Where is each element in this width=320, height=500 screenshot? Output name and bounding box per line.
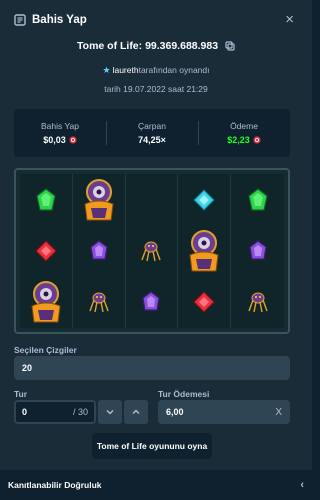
- purple-gem-icon: [142, 291, 161, 311]
- book-of-life-icon: [31, 281, 61, 323]
- rounds-total: / 30: [72, 407, 88, 417]
- rounds-increase-button[interactable]: [124, 400, 148, 424]
- bet-stats: Bahis Yap $0,03 Çarpan 74,25× Ödeme $2,2…: [14, 109, 290, 157]
- slot-reels: [20, 174, 284, 328]
- lines-label: Seçilen Çizgiler: [14, 345, 77, 355]
- slot-cell: [20, 225, 73, 277]
- player-username[interactable]: laureth: [113, 65, 139, 75]
- lines-field[interactable]: 20: [14, 356, 290, 380]
- book-of-life-icon: [189, 229, 219, 272]
- round-payout-field[interactable]: 6,00 X: [158, 400, 290, 424]
- slot-cell: [20, 276, 73, 328]
- slot-cell: [178, 276, 232, 328]
- stat-multiplier: Çarpan 74,25×: [106, 109, 198, 157]
- modal-header: Bahis Yap ×: [0, 0, 312, 40]
- bet-id-text: Tome of Life: 99.369.688.983: [77, 40, 219, 52]
- rounds-label: Tur: [14, 389, 28, 399]
- bet-id: Tome of Life: 99.369.688.983: [0, 40, 312, 54]
- red-gem-icon: [193, 291, 216, 314]
- stat-multiplier-value: 74,25×: [138, 135, 166, 145]
- slot-cell: [73, 225, 126, 277]
- clear-icon[interactable]: X: [275, 407, 282, 418]
- chevron-down-icon: [106, 409, 114, 415]
- modal-title: Bahis Yap: [32, 14, 87, 26]
- slot-cell: [231, 225, 284, 276]
- slot-cell: [73, 174, 126, 226]
- rounds-value: 0: [22, 407, 28, 417]
- played-by-suffix: tarafından oynandı: [138, 65, 210, 75]
- slot-cell: [126, 225, 179, 277]
- provably-fair-bar[interactable]: Kanıtlanabilir Doğruluk ‹: [0, 470, 312, 500]
- stat-payout-amount: $2,23: [227, 135, 250, 145]
- purple-gem-icon: [248, 240, 267, 260]
- slot-cell: [126, 276, 179, 328]
- stat-payout: Ödeme $2,23: [198, 109, 290, 157]
- slot-cell: [231, 277, 284, 328]
- stat-multiplier-label: Çarpan: [138, 121, 166, 131]
- slot-cell: [178, 225, 232, 277]
- round-payout-value: 6,00: [166, 407, 184, 417]
- rounds-decrease-button[interactable]: [98, 400, 122, 424]
- stat-payout-value: $2,23: [227, 135, 261, 145]
- slot-cell-empty: [126, 174, 179, 226]
- slot-game-board: [14, 168, 290, 334]
- stat-bet-value: $0,03: [43, 135, 77, 145]
- bet-date: tarih 19.07.2022 saat 21:29: [104, 84, 208, 94]
- bet-slip-icon: [14, 14, 26, 26]
- red-gem-icon: [35, 240, 57, 262]
- stat-bet: Bahis Yap $0,03: [14, 109, 106, 157]
- rounds-input[interactable]: 0 / 30: [14, 400, 96, 424]
- star-icon: ★: [102, 65, 111, 75]
- spider-icon: [89, 292, 109, 313]
- spider-icon: [141, 241, 162, 262]
- stat-bet-label: Bahis Yap: [41, 121, 79, 131]
- played-by: ★ laurethtarafından oynandı: [0, 65, 312, 76]
- round-payout-label: Tur Ödemesi: [158, 389, 210, 399]
- provably-fair-label: Kanıtlanabilir Doğruluk: [8, 480, 102, 490]
- stat-payout-label: Ödeme: [230, 121, 258, 131]
- bet-modal: Bahis Yap × Tome of Life: 99.369.688.983…: [0, 0, 312, 500]
- close-icon[interactable]: ×: [285, 12, 294, 28]
- slot-cell: [231, 174, 284, 225]
- coin-icon: [69, 136, 77, 144]
- play-game-button[interactable]: Tome of Life oyununu oyna: [92, 433, 212, 459]
- slot-cell: [178, 174, 232, 226]
- copy-icon[interactable]: [225, 41, 235, 54]
- coin-icon: [253, 136, 261, 144]
- chevron-left-icon: ‹: [300, 479, 304, 491]
- chevron-up-icon: [132, 409, 140, 415]
- book-of-life-icon: [84, 178, 114, 221]
- slot-cell: [20, 174, 73, 226]
- purple-gem-icon: [90, 240, 108, 260]
- green-gem-icon: [36, 187, 56, 211]
- cyan-gem-icon: [193, 188, 216, 211]
- green-gem-icon: [247, 187, 268, 211]
- stat-bet-amount: $0,03: [43, 135, 66, 145]
- slot-cell: [73, 276, 126, 328]
- spider-icon: [247, 292, 268, 313]
- lines-value: 20: [22, 363, 33, 373]
